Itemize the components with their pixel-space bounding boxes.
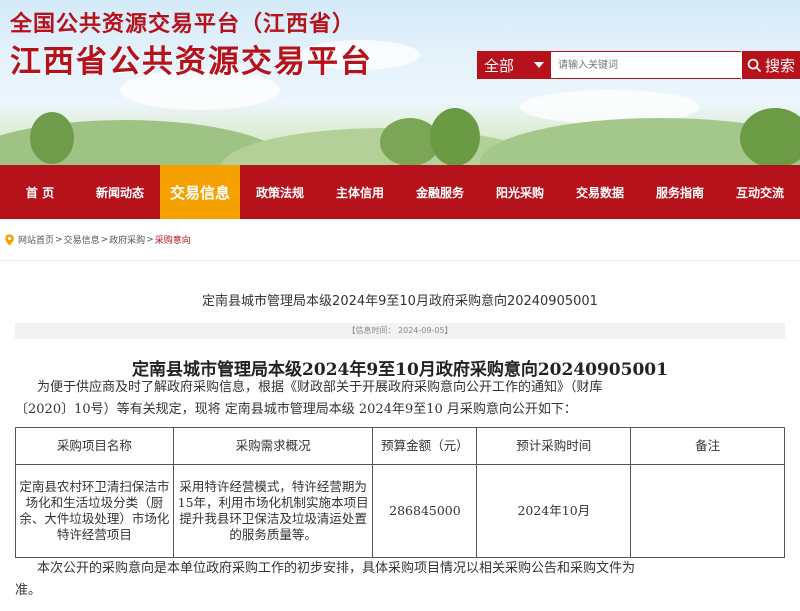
search-button[interactable]: 搜索 — [741, 51, 800, 79]
breadcrumb-separator: > — [146, 234, 154, 245]
main-nav: 首 页 新闻动态 交易信息 政策法规 主体信用 金融服务 阳光采购 交易数据 服… — [0, 165, 800, 219]
nav-item-sunshine-purchase[interactable]: 阳光采购 — [480, 165, 560, 219]
article-title: 定南县城市管理局本级2024年9至10月政府采购意向20240905001 — [202, 294, 598, 309]
nav-item-trade-data[interactable]: 交易数据 — [560, 165, 640, 219]
intro-line-2: 〔2020〕10号）等有关规定，现将 定南县城市管理局本级 2024年9至10 … — [15, 402, 577, 417]
header-demand-summary: 采购需求概况 — [172, 427, 374, 465]
search-bar: 全部 搜索 — [477, 51, 800, 79]
header-banner: 全国公共资源交易平台（江西省） 江西省公共资源交易平台 全部 搜索 — [0, 0, 800, 165]
header-estimated-time: 预计采购时间 — [476, 427, 632, 465]
breadcrumb-gov-procurement[interactable]: 政府采购 — [109, 233, 145, 246]
nav-item-trade-info[interactable]: 交易信息 — [160, 165, 240, 219]
nav-item-finance[interactable]: 金融服务 — [400, 165, 480, 219]
closing-line-2: 准。 — [15, 583, 42, 598]
closing-line-1: 本次公开的采购意向是本单位政府采购工作的初步安排，具体采购项目情况以相关采购公告… — [37, 561, 636, 576]
search-icon — [747, 58, 762, 72]
search-input[interactable] — [551, 51, 741, 79]
header-note: 备注 — [630, 427, 785, 465]
chevron-down-icon — [534, 62, 544, 68]
location-pin-icon — [5, 233, 14, 246]
breadcrumb-trade-info[interactable]: 交易信息 — [64, 233, 100, 246]
cell-project-name: 定南县农村环卫清扫保洁市场化和生活垃圾分类（厨余、大件垃圾处理）市场化特许经营项… — [15, 464, 174, 558]
cell-budget: 286845000 — [372, 464, 478, 558]
cell-note — [630, 464, 785, 558]
site-title[interactable]: 江西省公共资源交易平台 — [10, 36, 373, 81]
breadcrumb-home[interactable]: 网站首页 — [18, 233, 54, 246]
header-project-name: 采购项目名称 — [15, 427, 174, 465]
nav-item-interaction[interactable]: 互动交流 — [720, 165, 800, 219]
nav-item-service-guide[interactable]: 服务指南 — [640, 165, 720, 219]
header-budget: 预算金额（元） — [372, 427, 478, 465]
nav-item-news[interactable]: 新闻动态 — [80, 165, 160, 219]
publish-info: 【信息时间： 2024-09-05】 — [15, 323, 785, 339]
search-scope-select[interactable]: 全部 — [477, 51, 551, 79]
nav-item-policy[interactable]: 政策法规 — [240, 165, 320, 219]
breadcrumb-separator: > — [100, 234, 109, 245]
cell-estimated-time: 2024年10月 — [476, 464, 632, 558]
table-row: 定南县农村环卫清扫保洁市场化和生活垃圾分类（厨余、大件垃圾处理）市场化特许经营项… — [15, 464, 785, 558]
cell-demand-summary: 采用特许经营模式，特许经营期为15年，利用市场化机制实施本项目提升我县环卫保洁及… — [172, 464, 374, 558]
table-header-row: 采购项目名称 采购需求概况 预算金额（元） 预计采购时间 备注 — [15, 427, 785, 465]
intro-line-1: 为便于供应商及时了解政府采购信息，根据《财政部关于开展政府采购意向公开工作的通知… — [37, 380, 603, 395]
breadcrumb-current[interactable]: 采购意向 — [155, 233, 191, 246]
site-subtitle: 全国公共资源交易平台（江西省） — [10, 11, 356, 37]
search-button-label: 搜索 — [764, 56, 795, 75]
procurement-table: 采购项目名称 采购需求概况 预算金额（元） 预计采购时间 备注 定南县农村环卫清… — [15, 427, 785, 558]
breadcrumb-separator: > — [55, 234, 63, 245]
breadcrumb: 网站首页 > 交易信息 > 政府采购 > 采购意向 — [0, 219, 800, 261]
nav-item-credit[interactable]: 主体信用 — [320, 165, 400, 219]
nav-item-home[interactable]: 首 页 — [0, 165, 80, 219]
search-scope-label: 全部 — [484, 56, 515, 75]
